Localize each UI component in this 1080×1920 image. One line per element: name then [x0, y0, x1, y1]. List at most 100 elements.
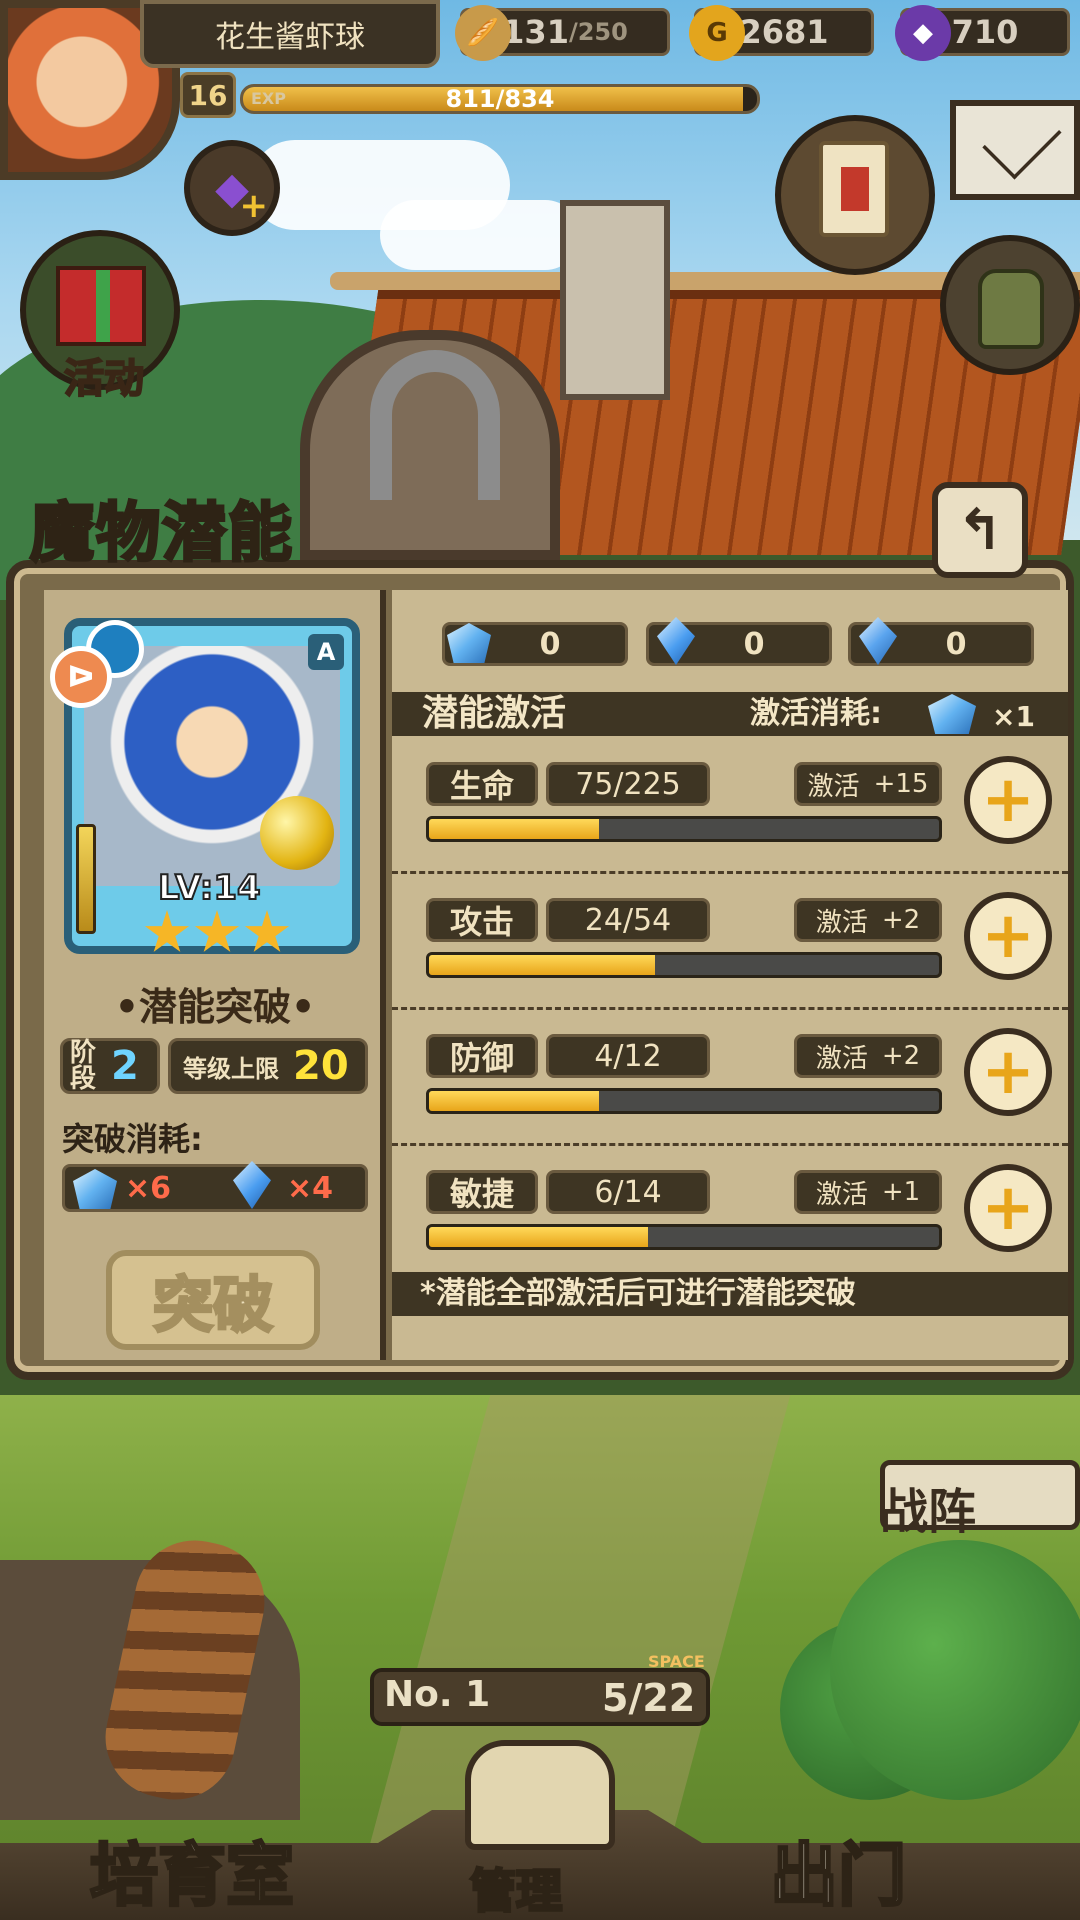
star-rating — [142, 910, 292, 960]
plus-icon: + — [239, 186, 269, 226]
blue-crystal-cluster-icon — [928, 694, 976, 734]
tree — [830, 1540, 1080, 1800]
stat-progress-bar — [426, 1224, 942, 1250]
activate-defense-button[interactable]: + — [964, 1028, 1052, 1116]
bonus-value: +15 — [873, 769, 929, 799]
bonus-label: 激活 — [807, 771, 860, 802]
type-badge-icon: ᐅ — [50, 646, 112, 708]
stat-row-attack: 攻击 24/54 激活 +2 + — [392, 874, 1068, 1010]
resource-value: 0 — [945, 626, 967, 662]
star-icon — [144, 910, 190, 952]
stage-value: 2 — [111, 1043, 139, 1089]
purple-gem-icon: ◆ — [895, 5, 951, 61]
blue-crystal-cluster-icon — [73, 1169, 117, 1209]
gold-counter: G 2681 — [689, 5, 874, 61]
player-name: 花生酱虾球 — [140, 0, 440, 68]
activation-title: 潜能激活 — [422, 693, 567, 734]
activate-agility-button[interactable]: + — [964, 1164, 1052, 1252]
stat-row-defense: 防御 4/12 激活 +2 + — [392, 1010, 1068, 1146]
stat-value: 75/225 — [546, 762, 710, 806]
horseshoe-decoration — [370, 350, 500, 500]
blue-crystal-cluster-icon — [447, 623, 491, 663]
monster-card[interactable]: A ᐅ LV:14 — [50, 618, 360, 954]
bonus-label: 激活 — [815, 1043, 868, 1074]
stat-progress-fill — [429, 819, 599, 839]
breakthrough-button[interactable]: 突破 — [106, 1250, 320, 1350]
space-tag: SPACE — [648, 1652, 705, 1671]
panel-title: 魔物潜能 — [29, 496, 294, 573]
level-cap-box: 等级上限 20 — [168, 1038, 368, 1094]
stat-label: 敏捷 — [426, 1170, 538, 1214]
player-level: 16 — [180, 72, 236, 118]
bonus-value: +2 — [881, 1041, 921, 1071]
plus-icon: + — [981, 1035, 1035, 1109]
breakthrough-title: •潜能突破• — [114, 985, 316, 1029]
cost-crystal-qty: ×6 — [125, 1171, 172, 1206]
panel-header: 魔物潜能 ↰ — [0, 482, 1080, 578]
chimney-tower — [560, 200, 670, 400]
bag-button[interactable] — [940, 235, 1080, 375]
resource-cell: 0 — [442, 622, 628, 666]
go-out-button[interactable]: 出门 — [768, 1820, 907, 1919]
stat-bonus: 激活 +2 — [794, 898, 942, 942]
stat-row-agility: 敏捷 6/14 激活 +1 + — [392, 1146, 1068, 1282]
back-button[interactable]: ↰ — [932, 482, 1028, 578]
slot-number: No. 1 — [384, 1674, 491, 1715]
blue-gem-icon — [859, 617, 897, 665]
stat-progress-bar — [426, 816, 942, 842]
plus-icon: + — [981, 763, 1035, 837]
monster-level: LV:14 — [157, 867, 262, 909]
scroll-quill-icon — [819, 141, 889, 237]
stat-progress-fill — [429, 1091, 599, 1111]
breakthrough-cost: ×6 ×4 — [62, 1161, 368, 1212]
blue-shard-icon — [657, 617, 695, 665]
manage-button[interactable]: 管理 — [469, 1855, 564, 1920]
exp-bar: EXP 811/834 — [240, 84, 760, 114]
exp-text: 811/834 — [445, 85, 555, 113]
quest-scroll-button[interactable] — [775, 115, 935, 275]
stat-progress-bar — [426, 1088, 942, 1114]
stat-progress-fill — [429, 1227, 648, 1247]
stat-bonus: 激活 +1 — [794, 1170, 942, 1214]
back-arrow-icon: ↰ — [956, 497, 1004, 563]
star-icon — [244, 910, 290, 952]
cloud — [380, 200, 580, 270]
event-button[interactable]: 活动 — [20, 230, 180, 403]
cost-gem-qty: ×4 — [287, 1171, 334, 1206]
plus-icon: + — [981, 1171, 1035, 1245]
resource-value: 0 — [539, 626, 561, 662]
nursery-button[interactable]: 培育室 — [88, 1820, 295, 1919]
gift-box-icon — [56, 266, 146, 346]
stat-progress-fill — [429, 955, 656, 975]
formation-label: 战阵 — [880, 1484, 977, 1540]
buy-gems-button[interactable]: ◆ + — [184, 140, 280, 236]
activate-attack-button[interactable]: + — [964, 892, 1052, 980]
gem-value: 710 — [951, 13, 1019, 51]
activation-cost-label: 激活消耗: — [750, 696, 882, 731]
activation-note: *潜能全部激活后可进行潜能突破 — [392, 1272, 1068, 1316]
breakthrough-cost-label: 突破消耗: — [62, 1120, 203, 1158]
activate-hp-button[interactable]: + — [964, 756, 1052, 844]
stat-value: 6/14 — [546, 1170, 710, 1214]
level-cap-label: 等级上限 — [183, 1054, 279, 1083]
level-cap-value: 20 — [293, 1043, 349, 1089]
mail-button[interactable] — [950, 100, 1080, 200]
stat-bonus: 激活 +15 — [794, 762, 942, 806]
stamina-value: 131 — [502, 13, 569, 51]
potential-panel: A ᐅ LV:14 •潜能突破• 阶段 2 等级上限 20 突破消耗: ×6 ×… — [6, 560, 1074, 1380]
rarity-badge: A — [308, 634, 344, 670]
stat-label: 防御 — [426, 1034, 538, 1078]
stamina-max: /250 — [568, 18, 628, 46]
stat-value: 4/12 — [546, 1034, 710, 1078]
monster-portrait — [84, 646, 340, 886]
bread-icon: 🥖 — [455, 5, 511, 61]
stamina-counter: 🥖 131 /250 — [455, 5, 670, 61]
backpack-icon — [978, 269, 1044, 349]
gold-value: 2681 — [739, 13, 829, 51]
storage-space-indicator: No. 1 SPACE 5/22 — [370, 1652, 710, 1726]
event-label: 活动 — [63, 355, 145, 403]
resource-cell: 0 — [646, 617, 832, 666]
stat-label: 生命 — [426, 762, 538, 806]
stat-label: 攻击 — [426, 898, 538, 942]
monster-info-column: A ᐅ LV:14 •潜能突破• 阶段 2 等级上限 20 突破消耗: ×6 ×… — [44, 590, 386, 1360]
